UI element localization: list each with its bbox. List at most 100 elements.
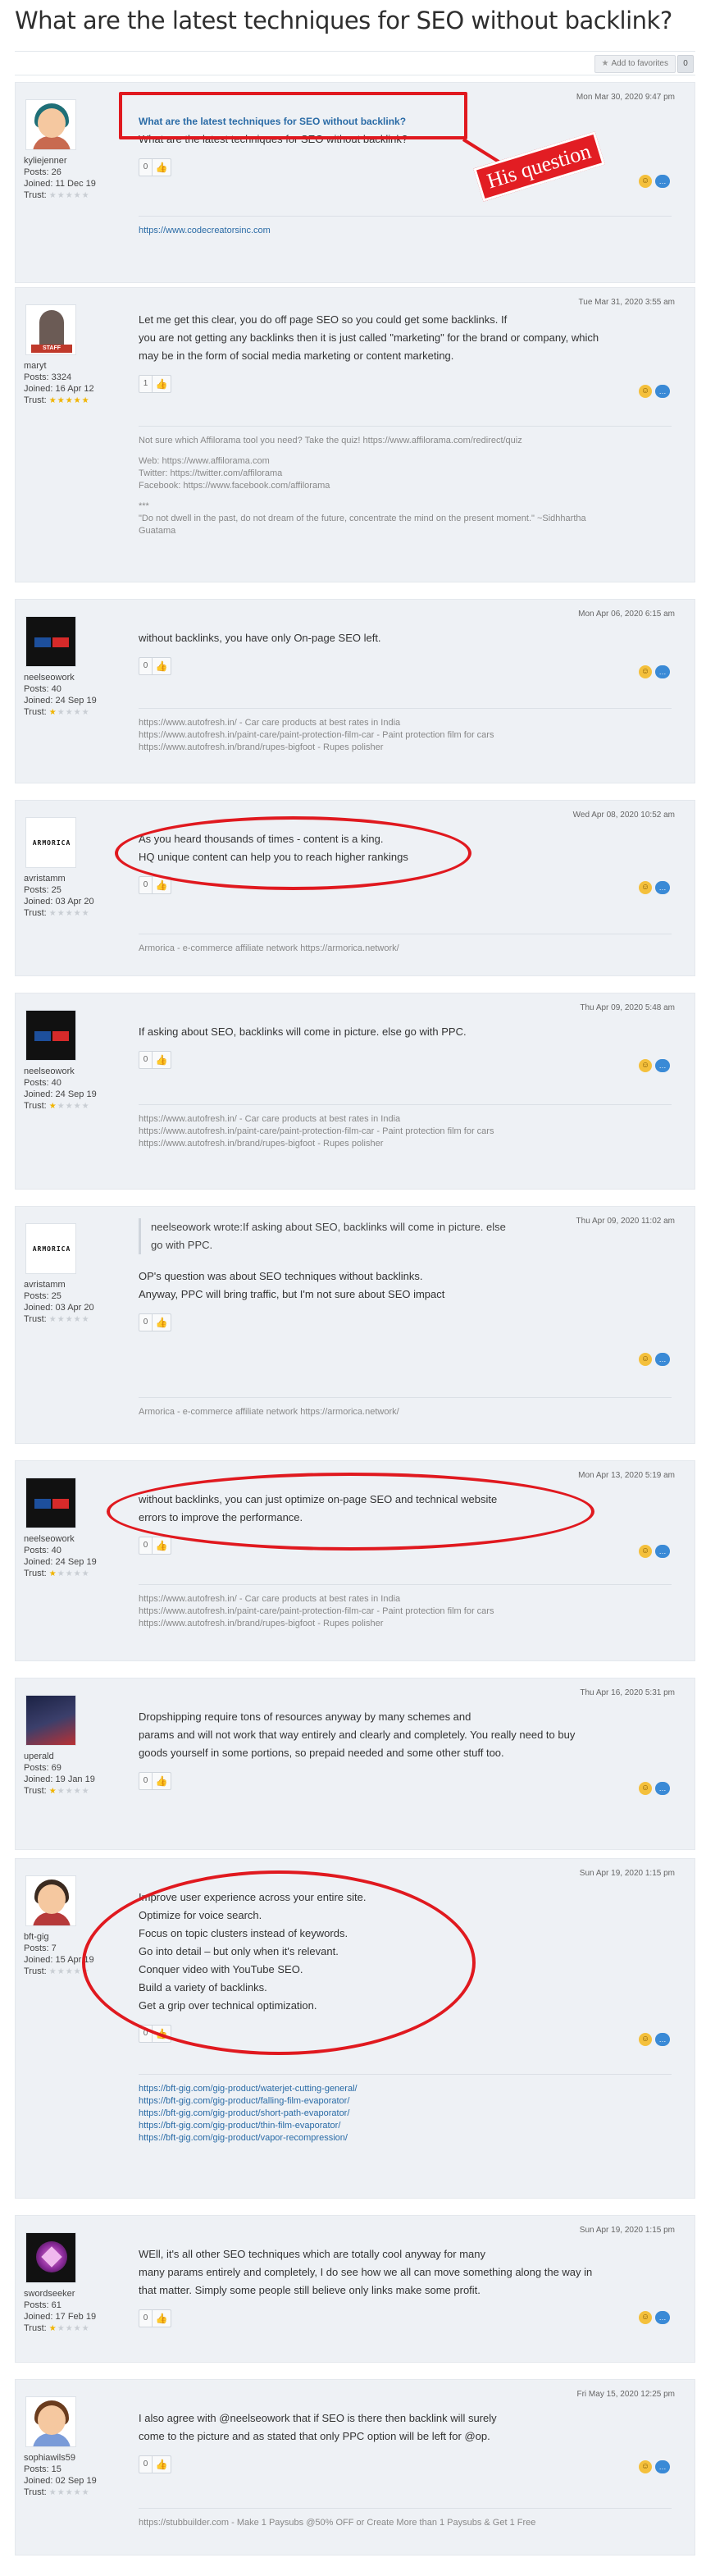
reaction-icon[interactable]: ☺ <box>639 1545 652 1558</box>
username[interactable]: kyliejenner <box>24 155 122 167</box>
avatar[interactable] <box>25 1875 76 1926</box>
post-content: I also agree with @neelseowork that if S… <box>139 2409 672 2473</box>
user-trust-label: Trust: <box>24 190 47 200</box>
signature-line: https://www.autofresh.in/paint-care/pain… <box>139 730 494 740</box>
username[interactable]: avristamm <box>24 873 122 884</box>
user-info: swordseeker Posts: 61 Joined: 17 Feb 19 … <box>24 2232 122 2335</box>
reply-icon[interactable]: … <box>655 1545 670 1558</box>
post-date: Mon Apr 06, 2020 6:15 am <box>578 610 675 619</box>
post-actions: ☺… <box>639 1353 672 1368</box>
signature-link[interactable]: https://www.codecreatorsinc.com <box>139 226 271 235</box>
avatar[interactable] <box>25 616 76 667</box>
user-posts: Posts: 15 <box>24 2464 61 2474</box>
thumbs-up-icon: 👍 <box>155 162 168 173</box>
like-button[interactable]: 1 👍 <box>139 375 171 393</box>
post-content: without backlinks, you have only On-page… <box>139 629 672 675</box>
username[interactable]: neelseowork <box>24 1066 122 1077</box>
reply-icon[interactable]: … <box>655 2311 670 2324</box>
signature-link[interactable]: https://bft-gig.com/gig-product/vapor-re… <box>139 2132 672 2144</box>
reaction-icon[interactable]: ☺ <box>639 881 652 894</box>
post-line: may be in the form of social media marke… <box>139 349 454 362</box>
reaction-icon[interactable]: ☺ <box>639 175 652 188</box>
post-line: Dropshipping require tons of resources a… <box>139 1710 471 1723</box>
add-to-favorites-button[interactable]: ★ Add to favorites <box>594 55 676 73</box>
avatar[interactable] <box>25 2396 76 2447</box>
annotation-ellipse <box>107 1473 594 1551</box>
reaction-icon[interactable]: ☺ <box>639 2033 652 2046</box>
like-button[interactable]: 0 👍 <box>139 1313 171 1331</box>
like-button[interactable]: 0 👍 <box>139 2309 171 2327</box>
signature-link[interactable]: https://bft-gig.com/gig-product/waterjet… <box>139 2083 672 2095</box>
user-posts: Posts: 61 <box>24 2300 61 2310</box>
avatar[interactable]: STAFF <box>25 304 76 355</box>
quote-block: neelseowork wrote:If asking about SEO, b… <box>139 1218 672 1254</box>
reply-icon[interactable]: … <box>655 1059 670 1072</box>
reply-icon[interactable]: … <box>655 385 670 398</box>
reply-icon[interactable]: … <box>655 1353 670 1366</box>
like-button[interactable]: 0 👍 <box>139 1537 171 1555</box>
like-button[interactable]: 0 👍 <box>139 1772 171 1790</box>
thumbs-up-icon: 👍 <box>155 2313 168 2324</box>
avatar[interactable] <box>25 1010 76 1061</box>
avatar[interactable] <box>25 99 76 150</box>
signature-line: https://www.autofresh.in/brand/rupes-big… <box>139 1619 384 1628</box>
like-button[interactable]: 0 👍 <box>139 2455 171 2473</box>
like-button[interactable]: 0 👍 <box>139 158 171 176</box>
post-line: Let me get this clear, you do off page S… <box>139 313 508 326</box>
post-actions: ☺… <box>639 881 672 896</box>
reply-icon[interactable]: … <box>655 2460 670 2473</box>
post-actions: ☺… <box>639 1059 672 1074</box>
signature-line: "Do not dwell in the past, do not dream … <box>139 514 586 523</box>
user-trust-label: Trust: <box>24 1786 47 1796</box>
reaction-icon[interactable]: ☺ <box>639 2460 652 2473</box>
user-posts: Posts: 26 <box>24 167 61 177</box>
username[interactable]: swordseeker <box>24 2288 122 2300</box>
like-button[interactable]: 0 👍 <box>139 1051 171 1069</box>
reaction-icon[interactable]: ☺ <box>639 2311 652 2324</box>
signature: Not sure which Affilorama tool you need?… <box>139 426 672 537</box>
trust-stars-icon: ★★★★★ <box>48 1787 90 1796</box>
reaction-icon[interactable]: ☺ <box>639 385 652 398</box>
avatar[interactable]: ARMORICA <box>25 1223 76 1274</box>
signature: Armorica - e-commerce affiliate network … <box>139 1397 672 1418</box>
reply-icon[interactable]: … <box>655 1782 670 1795</box>
like-button[interactable]: 0 👍 <box>139 657 171 675</box>
reply-icon[interactable]: … <box>655 2033 670 2046</box>
signature-line: https://www.autofresh.in/paint-care/pain… <box>139 1606 494 1616</box>
user-trust-label: Trust: <box>24 908 47 918</box>
username[interactable]: avristamm <box>24 1279 122 1290</box>
reaction-icon[interactable]: ☺ <box>639 1353 652 1366</box>
post-content: If asking about SEO, backlinks will come… <box>139 1023 672 1069</box>
signature: https://www.autofresh.in/ - Car care pro… <box>139 708 672 754</box>
signature-link[interactable]: https://bft-gig.com/gig-product/short-pa… <box>139 2108 672 2120</box>
reply-icon[interactable]: … <box>655 175 670 188</box>
quote-line: go with PPC. <box>151 1239 213 1251</box>
user-info: uperald Posts: 69 Joined: 19 Jan 19 Trus… <box>24 1695 122 1797</box>
post-actions: ☺… <box>639 665 672 680</box>
avatar[interactable] <box>25 1695 76 1746</box>
avatar[interactable] <box>25 1478 76 1528</box>
username[interactable]: neelseowork <box>24 1533 122 1545</box>
username[interactable]: sophiawils59 <box>24 2452 122 2464</box>
reply-icon[interactable]: … <box>655 881 670 894</box>
signature-line: https://www.autofresh.in/ - Car care pro… <box>139 1114 401 1124</box>
reaction-icon[interactable]: ☺ <box>639 1782 652 1795</box>
user-trust-label: Trust: <box>24 395 47 405</box>
signature-link[interactable]: https://bft-gig.com/gig-product/thin-fil… <box>139 2120 672 2132</box>
username[interactable]: maryt <box>24 360 122 372</box>
signature: https://www.autofresh.in/ - Car care pro… <box>139 1584 672 1630</box>
star-icon: ★ <box>601 59 609 68</box>
avatar[interactable]: ARMORICA <box>25 817 76 868</box>
like-count: 0 <box>139 159 153 176</box>
username[interactable]: neelseowork <box>24 672 122 683</box>
thumbs-up-icon: 👍 <box>155 660 168 672</box>
avatar[interactable] <box>25 2232 76 2283</box>
signature-line: Twitter: https://twitter.com/affilorama <box>139 468 283 478</box>
reply-icon[interactable]: … <box>655 665 670 678</box>
post-content: Dropshipping require tons of resources a… <box>139 1708 672 1790</box>
signature-line: Web: https://www.affilorama.com <box>139 456 270 466</box>
signature-link[interactable]: https://bft-gig.com/gig-product/falling-… <box>139 2095 672 2108</box>
username[interactable]: uperald <box>24 1751 122 1762</box>
reaction-icon[interactable]: ☺ <box>639 665 652 678</box>
reaction-icon[interactable]: ☺ <box>639 1059 652 1072</box>
